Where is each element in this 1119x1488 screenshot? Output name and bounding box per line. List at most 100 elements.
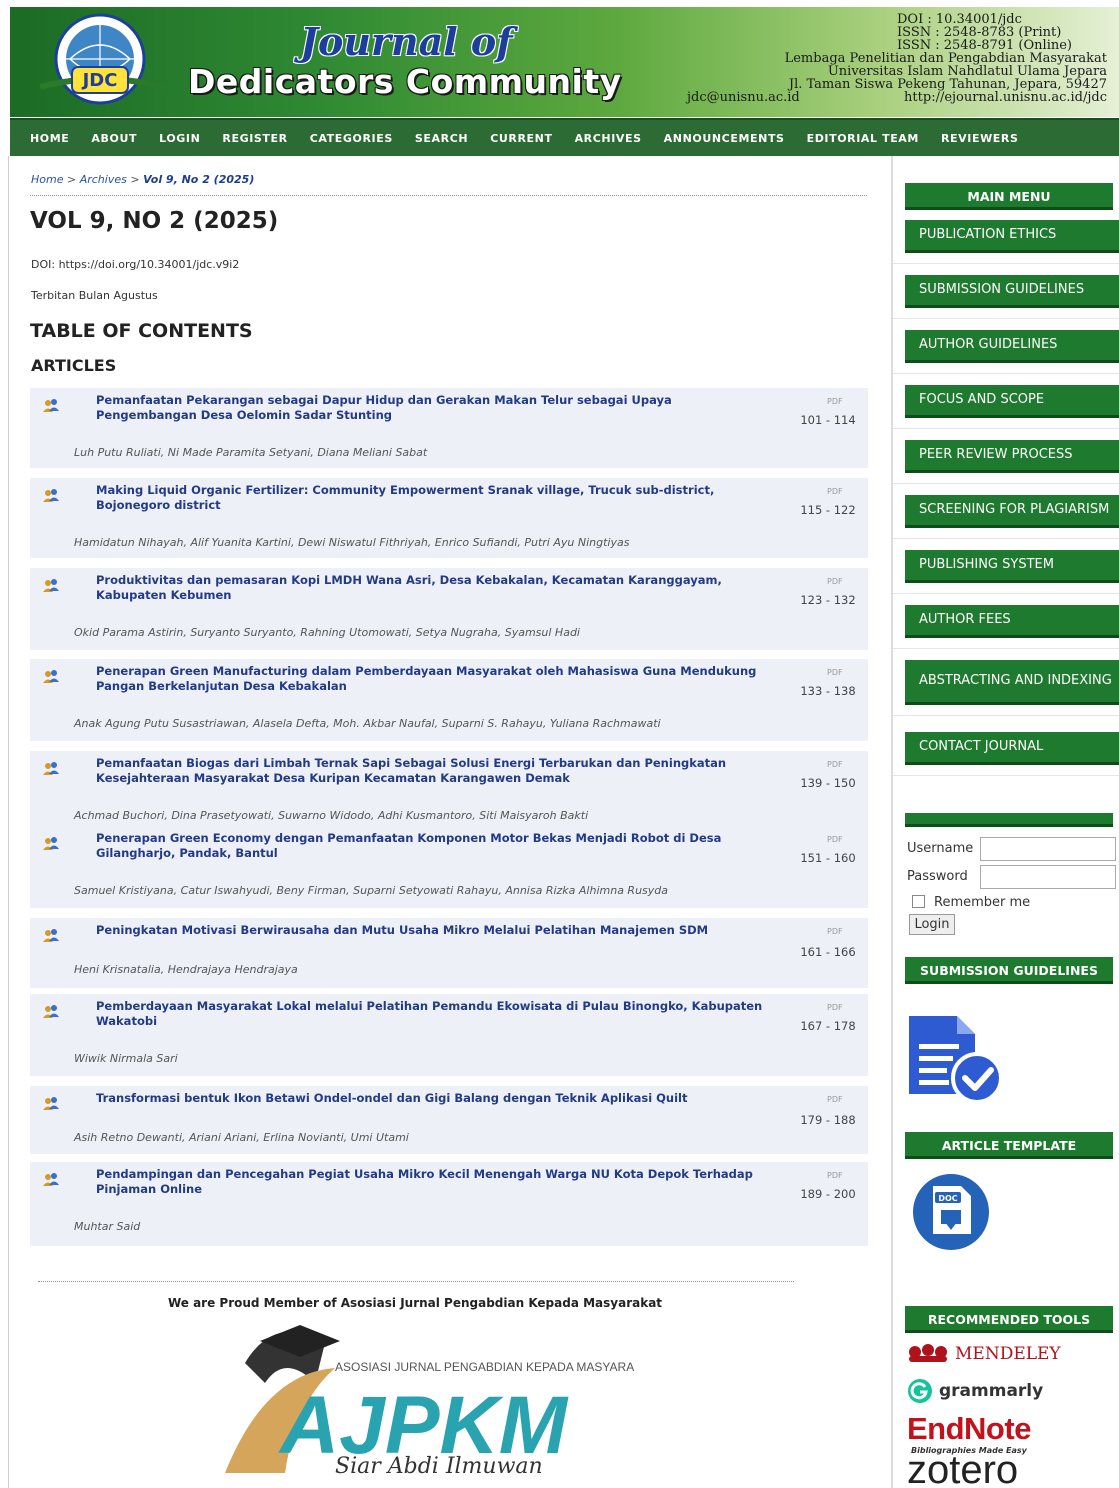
article-authors: Anak Agung Putu Susastriawan, Alasela De… bbox=[74, 717, 661, 730]
left-border bbox=[8, 156, 9, 1488]
remember-me-checkbox[interactable] bbox=[912, 895, 925, 908]
article-authors: Asih Retno Dewanti, Ariani Ariani, Erlin… bbox=[74, 1131, 409, 1144]
issue-doi: DOI: https://doi.org/10.34001/jdc.v9i2 bbox=[31, 258, 239, 271]
article-authors: Okid Parama Astirin, Suryanto Suryanto, … bbox=[74, 626, 580, 639]
nav-archives[interactable]: ARCHIVES bbox=[575, 132, 642, 145]
pdf-link[interactable]: PDF bbox=[827, 760, 843, 769]
password-input[interactable] bbox=[980, 865, 1116, 889]
breadcrumb-archives[interactable]: Archives bbox=[80, 173, 127, 186]
sidebar: MAIN MENU PUBLICATION ETHICS SUBMISSION G… bbox=[893, 156, 1119, 1488]
nav-register[interactable]: REGISTER bbox=[222, 132, 287, 145]
article-row: Pemanfaatan Biogas dari Limbah Ternak Sa… bbox=[30, 751, 868, 826]
issue-doi-link[interactable]: https://doi.org/10.34001/jdc.v9i2 bbox=[59, 258, 240, 271]
users-icon bbox=[43, 670, 59, 683]
breadcrumb-current[interactable]: Vol 9, No 2 (2025) bbox=[143, 173, 254, 186]
sidebar-menu-item[interactable]: AUTHOR GUIDELINES bbox=[905, 330, 1119, 363]
nav-reviewers[interactable]: REVIEWERS bbox=[941, 132, 1019, 145]
main-menu-header: MAIN MENU bbox=[905, 183, 1113, 210]
article-row: Pemberdayaan Masyarakat Lokal melalui Pe… bbox=[30, 994, 868, 1076]
article-title-link[interactable]: Pemberdayaan Masyarakat Lokal melalui Pe… bbox=[96, 999, 776, 1029]
ajpkm-logo[interactable]: ASOSIASI JURNAL PENGABDIAN KEPADA MASYAR… bbox=[205, 1313, 635, 1478]
nav-current[interactable]: CURRENT bbox=[490, 132, 552, 145]
grammarly-icon bbox=[908, 1379, 932, 1403]
article-authors: Muhtar Said bbox=[74, 1220, 141, 1233]
pdf-link[interactable]: PDF bbox=[827, 487, 843, 496]
password-label: Password bbox=[907, 869, 968, 884]
nav-login[interactable]: LOGIN bbox=[159, 132, 200, 145]
nav-search[interactable]: SEARCH bbox=[415, 132, 468, 145]
endnote-link[interactable]: EndNote bbox=[907, 1411, 1031, 1447]
breadcrumb-separator: > bbox=[130, 173, 140, 186]
document-check-icon[interactable] bbox=[905, 1012, 1007, 1102]
article-title-link[interactable]: Penerapan Green Manufacturing dalam Pemb… bbox=[96, 664, 776, 694]
sidebar-menu-item[interactable]: ABSTRACTING AND INDEXING bbox=[905, 660, 1119, 705]
article-title-link[interactable]: Making Liquid Organic Fertilizer: Commun… bbox=[96, 483, 776, 513]
issue-note: Terbitan Bulan Agustus bbox=[31, 289, 158, 302]
sidebar-menu-item[interactable]: PUBLICATION ETHICS bbox=[905, 220, 1119, 253]
grammarly-link[interactable]: grammarly bbox=[907, 1378, 1043, 1404]
menu-separator bbox=[893, 715, 1119, 716]
pdf-link[interactable]: PDF bbox=[827, 1171, 843, 1180]
pdf-link[interactable]: PDF bbox=[827, 1003, 843, 1012]
zotero-link[interactable]: zotero bbox=[907, 1448, 1018, 1488]
submission-guidelines-header[interactable]: SUBMISSION GUIDELINES bbox=[905, 957, 1113, 984]
nav-announcements[interactable]: ANNOUNCEMENTS bbox=[664, 132, 785, 145]
article-pages: 179 - 188 bbox=[800, 1113, 856, 1127]
header-info: DOI : 10.34001/jdc ISSN : 2548-8783 (Pri… bbox=[687, 13, 1107, 104]
users-icon bbox=[43, 1097, 59, 1110]
pdf-link[interactable]: PDF bbox=[827, 1095, 843, 1104]
article-authors: Hamidatun Nihayah, Alif Yuanita Kartini,… bbox=[74, 536, 630, 549]
pdf-link[interactable]: PDF bbox=[827, 927, 843, 936]
footer-divider bbox=[38, 1281, 794, 1282]
mendeley-icon bbox=[909, 1344, 947, 1362]
article-title-link[interactable]: Produktivitas dan pemasaran Kopi LMDH Wa… bbox=[96, 573, 776, 603]
issue-doi-label: DOI: bbox=[31, 258, 59, 271]
username-label: Username bbox=[907, 841, 974, 856]
article-pages: 167 - 178 bbox=[800, 1019, 856, 1033]
breadcrumb-home[interactable]: Home bbox=[31, 173, 63, 186]
header-email[interactable]: jdc@unisnu.ac.id bbox=[687, 91, 800, 104]
nav-home[interactable]: HOME bbox=[30, 132, 69, 145]
grammarly-label: grammarly bbox=[939, 1381, 1044, 1401]
pdf-link[interactable]: PDF bbox=[827, 397, 843, 406]
nav-editorial-team[interactable]: EDITORIAL TEAM bbox=[807, 132, 919, 145]
nav-categories[interactable]: CATEGORIES bbox=[310, 132, 393, 145]
article-row: Making Liquid Organic Fertilizer: Commun… bbox=[30, 478, 868, 558]
doc-download-icon[interactable]: DOC bbox=[909, 1172, 999, 1252]
breadcrumb-divider bbox=[30, 195, 867, 196]
sidebar-menu-item[interactable]: PEER REVIEW PROCESS bbox=[905, 440, 1119, 473]
mendeley-link[interactable]: MENDELEY bbox=[907, 1344, 1061, 1364]
nav-about[interactable]: ABOUT bbox=[91, 132, 137, 145]
sidebar-menu-item[interactable]: SCREENING FOR PLAGIARISM bbox=[905, 495, 1119, 528]
article-title-link[interactable]: Peningkatan Motivasi Berwirausaha dan Mu… bbox=[96, 923, 776, 938]
remember-me-label: Remember me bbox=[934, 895, 1031, 910]
brand-script-title: Journal of bbox=[300, 19, 513, 64]
article-title-link[interactable]: Penerapan Green Economy dengan Pemanfaat… bbox=[96, 831, 776, 861]
sidebar-menu-item[interactable]: PUBLISHING SYSTEM bbox=[905, 550, 1119, 583]
main-navigation: HOME ABOUT LOGIN REGISTER CATEGORIES SEA… bbox=[10, 118, 1119, 156]
article-title-link[interactable]: Transformasi bentuk Ikon Betawi Ondel-on… bbox=[96, 1091, 776, 1106]
article-title-link[interactable]: Pendampingan dan Pencegahan Pegiat Usaha… bbox=[96, 1167, 776, 1197]
users-icon bbox=[43, 762, 59, 775]
users-icon bbox=[43, 399, 59, 412]
sidebar-menu-item[interactable]: SUBMISSION GUIDELINES bbox=[905, 275, 1119, 308]
header-url[interactable]: http://ejournal.unisnu.ac.id/jdc bbox=[904, 91, 1107, 104]
users-icon bbox=[43, 929, 59, 942]
article-template-header[interactable]: ARTICLE TEMPLATE bbox=[905, 1132, 1113, 1159]
sidebar-menu-item[interactable]: AUTHOR FEES bbox=[905, 605, 1119, 638]
pdf-link[interactable]: PDF bbox=[827, 835, 843, 844]
login-button[interactable]: Login bbox=[909, 914, 955, 935]
article-title-link[interactable]: Pemanfaatan Pekarangan sebagai Dapur Hid… bbox=[96, 393, 776, 423]
article-title-link[interactable]: Pemanfaatan Biogas dari Limbah Ternak Sa… bbox=[96, 756, 776, 786]
article-row: Penerapan Green Manufacturing dalam Pemb… bbox=[30, 659, 868, 741]
journal-logo[interactable]: JDC bbox=[30, 11, 175, 111]
article-authors: Samuel Kristiyana, Catur Iswahyudi, Beny… bbox=[74, 884, 669, 897]
sidebar-menu-item[interactable]: CONTACT JOURNAL bbox=[905, 732, 1119, 765]
article-authors: Achmad Buchori, Dina Prasetyowati, Suwar… bbox=[74, 809, 589, 822]
pdf-link[interactable]: PDF bbox=[827, 577, 843, 586]
sidebar-menu-item[interactable]: FOCUS AND SCOPE bbox=[905, 385, 1119, 418]
menu-separator bbox=[893, 538, 1119, 539]
pdf-link[interactable]: PDF bbox=[827, 668, 843, 677]
username-input[interactable] bbox=[980, 837, 1116, 861]
user-block-header bbox=[905, 813, 1113, 827]
